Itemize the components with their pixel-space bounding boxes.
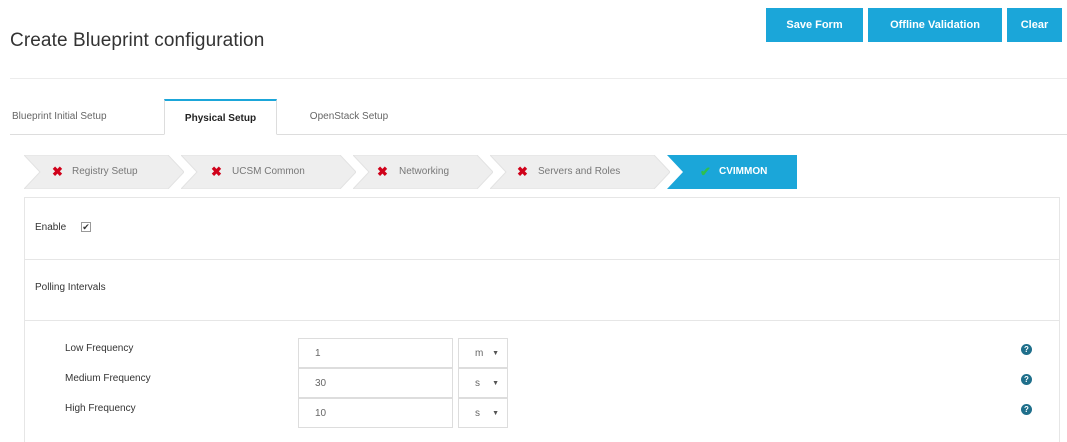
wizard-step-ucsm-common[interactable]: ✖ UCSM Common: [181, 155, 356, 189]
clear-button[interactable]: Clear: [1007, 8, 1062, 42]
low-frequency-row: Low Frequency 1 m ▼ ?: [25, 338, 1059, 368]
action-bar: Save Form Offline Validation Clear: [766, 8, 1062, 42]
unit-value: m: [475, 348, 484, 359]
wizard-step-cvimmon[interactable]: ✔ CVIMMON: [667, 155, 797, 189]
tab-blueprint-initial-setup[interactable]: Blueprint Initial Setup: [10, 99, 158, 135]
unit-value: s: [475, 408, 480, 419]
help-icon[interactable]: ?: [1021, 344, 1032, 355]
error-x-icon: ✖: [211, 164, 222, 179]
wizard-step-servers-and-roles[interactable]: ✖ Servers and Roles: [490, 155, 670, 189]
medium-frequency-row: Medium Frequency 30 s ▼ ?: [25, 368, 1059, 398]
low-frequency-unit-select[interactable]: m ▼: [458, 338, 508, 368]
wizard-step-label: Networking: [399, 166, 450, 177]
medium-frequency-label: Medium Frequency: [65, 373, 151, 384]
tab-physical-setup[interactable]: Physical Setup: [164, 99, 277, 135]
wizard-step-label: Servers and Roles: [538, 166, 621, 177]
help-icon[interactable]: ?: [1021, 374, 1032, 385]
caret-down-icon: ▼: [492, 350, 499, 357]
error-x-icon: ✖: [377, 164, 388, 179]
tab-bar: Blueprint Initial Setup Physical Setup O…: [10, 99, 1067, 135]
medium-frequency-unit-select[interactable]: s ▼: [458, 368, 508, 398]
error-x-icon: ✖: [52, 164, 63, 179]
help-icon[interactable]: ?: [1021, 404, 1032, 415]
high-frequency-row: High Frequency 10 s ▼ ?: [25, 398, 1059, 428]
page-title: Create Blueprint configuration: [10, 30, 265, 51]
high-frequency-label: High Frequency: [65, 403, 136, 414]
high-frequency-input[interactable]: 10: [298, 398, 453, 428]
save-form-button[interactable]: Save Form: [766, 8, 863, 42]
enable-row: Enable ✔: [25, 198, 1059, 260]
caret-down-icon: ▼: [492, 380, 499, 387]
low-frequency-label: Low Frequency: [65, 343, 134, 354]
tab-openstack-setup[interactable]: OpenStack Setup: [284, 99, 414, 135]
polling-intervals-label: Polling Intervals: [35, 282, 106, 293]
enable-checkbox[interactable]: ✔: [81, 222, 91, 232]
high-frequency-unit-select[interactable]: s ▼: [458, 398, 508, 428]
low-frequency-input[interactable]: 1: [298, 338, 453, 368]
wizard-step-networking[interactable]: ✖ Networking: [353, 155, 493, 189]
unit-value: s: [475, 378, 480, 389]
medium-frequency-input[interactable]: 30: [298, 368, 453, 398]
wizard-step-registry-setup[interactable]: ✖ Registry Setup: [24, 155, 184, 189]
offline-validation-button[interactable]: Offline Validation: [868, 8, 1002, 42]
polling-intervals-row: Polling Intervals: [25, 260, 1059, 321]
cvimmon-panel: Enable ✔ Polling Intervals Low Frequency…: [24, 197, 1060, 442]
check-icon: ✔: [700, 164, 711, 179]
wizard-step-label: CVIMMON: [719, 166, 768, 177]
caret-down-icon: ▼: [492, 410, 499, 417]
error-x-icon: ✖: [517, 164, 528, 179]
enable-label: Enable: [35, 222, 67, 233]
header-divider: [10, 78, 1067, 79]
wizard-step-label: UCSM Common: [232, 166, 305, 177]
wizard-step-label: Registry Setup: [72, 166, 138, 177]
